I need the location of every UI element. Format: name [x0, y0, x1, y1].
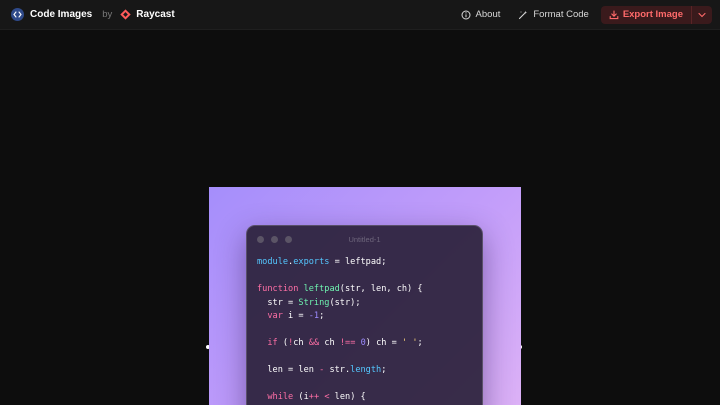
code-token: &&	[308, 338, 320, 348]
format-code-button[interactable]: Format Code	[518, 9, 589, 20]
raycast-logo-icon[interactable]	[120, 9, 131, 20]
download-icon	[609, 9, 619, 19]
code-line: function leftpad(str, len, ch) {	[257, 283, 423, 297]
export-image-label: Export Image	[622, 9, 683, 20]
code-token: len) {	[329, 392, 366, 402]
code-token: if	[257, 338, 283, 348]
code-token: var	[257, 311, 289, 321]
about-label: About	[475, 9, 501, 20]
code-token: leftpad	[303, 284, 340, 294]
info-icon	[461, 10, 471, 19]
code-token: len = len	[257, 365, 320, 375]
code-token: ' '	[401, 338, 418, 348]
code-line: module.exports = leftpad;	[257, 256, 423, 270]
code-line: while (i++ < len) {	[257, 391, 423, 405]
code-token: (i	[298, 392, 309, 402]
raycast-link[interactable]: Raycast	[136, 9, 174, 20]
code-token: String	[298, 297, 330, 308]
code-token: ++	[308, 392, 320, 402]
code-editor[interactable]: module.exports = leftpad; function leftpa…	[257, 256, 423, 405]
code-token: i =	[288, 311, 309, 321]
code-token: ch	[319, 338, 340, 348]
code-token: ;	[417, 338, 423, 348]
export-options-button[interactable]	[692, 6, 712, 24]
code-token: function	[257, 284, 304, 294]
top-bar: Code Images by Raycast About Format Code	[0, 0, 720, 30]
code-token: ;	[319, 311, 325, 321]
code-token: while	[257, 392, 299, 402]
about-button[interactable]: About	[461, 9, 501, 20]
code-token: ) ch =	[365, 338, 402, 348]
code-token: -1	[308, 311, 320, 321]
code-token: module	[257, 257, 289, 267]
code-token: ch	[293, 338, 309, 348]
by-label: by	[102, 9, 113, 20]
code-brackets-icon	[11, 8, 24, 21]
code-token: (str);	[329, 297, 361, 308]
code-token: str.	[324, 365, 351, 375]
code-token: str =	[257, 297, 299, 308]
format-code-label: Format Code	[533, 9, 589, 20]
code-line: str = String(str);	[257, 297, 423, 311]
magic-wand-icon	[519, 10, 528, 19]
code-token: ;	[381, 365, 387, 375]
brand: Code Images by Raycast	[11, 8, 175, 21]
code-token: = leftpad;	[329, 257, 387, 267]
code-token: exports	[293, 257, 330, 267]
code-token: length	[350, 365, 382, 375]
code-line: if (!ch && ch !== 0) ch = ' ';	[257, 337, 423, 351]
code-line: len = len - str.length;	[257, 364, 423, 378]
window-title[interactable]: Untitled-1	[247, 235, 482, 244]
code-token: !==	[339, 338, 356, 348]
editor-window: Untitled-1 module.exports = leftpad; func…	[246, 225, 483, 405]
export-image-button[interactable]: Export Image	[601, 6, 691, 24]
chevron-down-icon	[698, 12, 706, 17]
code-token: (str, len, ch) {	[339, 284, 423, 294]
toolbar-actions: About Format Code Export Image	[443, 5, 712, 24]
code-line: var i = -1;	[257, 310, 423, 324]
code-image-frame: Untitled-1 module.exports = leftpad; func…	[209, 187, 521, 405]
app-title: Code Images	[30, 9, 93, 20]
export-button-group: Export Image	[600, 5, 712, 24]
